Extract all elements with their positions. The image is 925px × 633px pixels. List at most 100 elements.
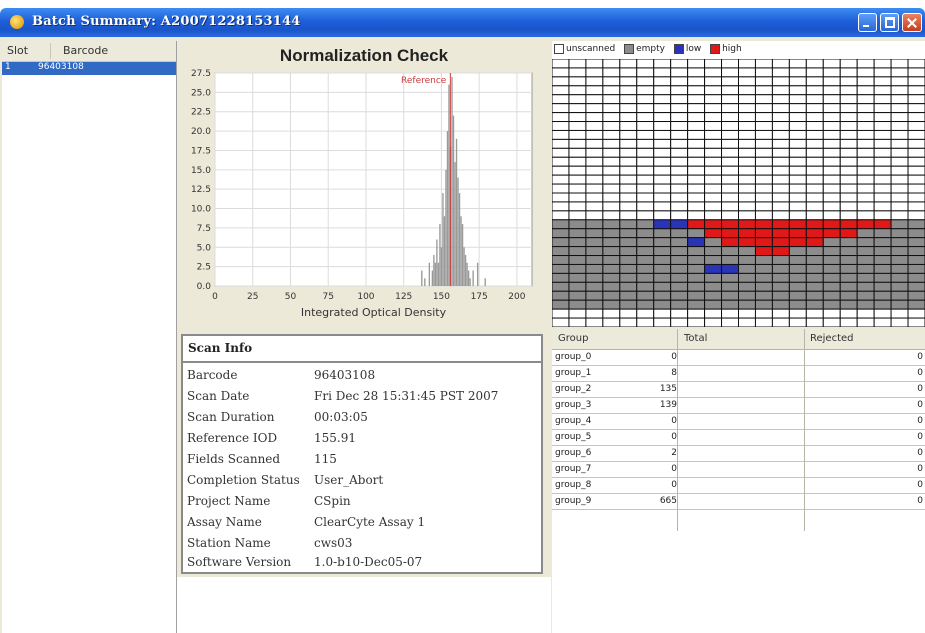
close-button[interactable] bbox=[902, 13, 922, 32]
table-row[interactable]: group_2 135 0 bbox=[552, 382, 925, 398]
plate-cell-empty bbox=[788, 281, 807, 292]
table-row[interactable]: group_3 139 0 bbox=[552, 398, 925, 414]
plate-cell-unscanned bbox=[585, 183, 604, 194]
column-header-barcode[interactable]: Barcode bbox=[63, 44, 108, 57]
plate-cell-empty bbox=[602, 281, 621, 292]
plate-cell-unscanned bbox=[822, 112, 841, 123]
plate-cell-empty bbox=[704, 246, 723, 257]
column-header-total[interactable]: Total bbox=[684, 333, 707, 344]
plate-cell-unscanned bbox=[788, 138, 807, 149]
plate-cell-unscanned bbox=[552, 317, 570, 327]
plate-cell-unscanned bbox=[670, 94, 689, 105]
plate-cell-empty bbox=[552, 263, 570, 274]
plate-cell-empty bbox=[653, 263, 672, 274]
plate-cell-unscanned bbox=[805, 210, 824, 221]
column-header-group[interactable]: Group bbox=[558, 333, 588, 344]
plate-cell-unscanned bbox=[839, 174, 858, 185]
plate-cell-high bbox=[754, 219, 773, 230]
plate-cell-empty bbox=[721, 281, 740, 292]
plate-cell-unscanned bbox=[805, 94, 824, 105]
plate-cell-unscanned bbox=[721, 112, 740, 123]
plate-cell-unscanned bbox=[788, 317, 807, 327]
plate-cell-empty bbox=[771, 272, 790, 283]
histogram-bar bbox=[446, 131, 449, 286]
plate-cell-unscanned bbox=[670, 165, 689, 176]
plate-cell-unscanned bbox=[636, 76, 655, 87]
column-header-slot[interactable]: Slot bbox=[7, 44, 28, 57]
table-row[interactable]: group_0 0 0 bbox=[552, 350, 925, 366]
plate-cell-unscanned bbox=[805, 76, 824, 87]
plate-cell-unscanned bbox=[568, 138, 587, 149]
plate-cell-empty bbox=[602, 228, 621, 239]
x-tick-label: 100 bbox=[357, 292, 374, 302]
table-row[interactable]: group_5 0 0 bbox=[552, 430, 925, 446]
plate-cell-unscanned bbox=[687, 129, 706, 140]
table-row[interactable]: group_4 0 0 bbox=[552, 414, 925, 430]
slot-list[interactable]: Slot Barcode 1 96403108 bbox=[2, 41, 177, 633]
plate-cell-unscanned bbox=[653, 138, 672, 149]
plate-cell-unscanned bbox=[721, 67, 740, 78]
plate-cell-unscanned bbox=[822, 129, 841, 140]
slot-number: 1 bbox=[5, 62, 11, 72]
plate-cell-unscanned bbox=[568, 85, 587, 96]
plate-cell-empty bbox=[670, 281, 689, 292]
table-row[interactable]: group_8 0 0 bbox=[552, 478, 925, 494]
plate-cell-empty bbox=[568, 246, 587, 257]
histogram-bar bbox=[436, 239, 438, 286]
plate-cell-unscanned bbox=[788, 165, 807, 176]
plate-cell-unscanned bbox=[704, 174, 723, 185]
histogram-bar bbox=[428, 262, 431, 286]
plate-cell-unscanned bbox=[670, 129, 689, 140]
maximize-button[interactable] bbox=[880, 13, 899, 32]
plate-cell-unscanned bbox=[721, 103, 740, 114]
y-tick-label: 27.5 bbox=[191, 69, 211, 79]
plate-cell-unscanned bbox=[704, 129, 723, 140]
plate-cell-unscanned bbox=[585, 147, 604, 158]
histogram-bar bbox=[443, 216, 446, 286]
table-row[interactable]: group_1 8 0 bbox=[552, 366, 925, 382]
histogram-bar bbox=[424, 278, 426, 286]
plate-cell-empty bbox=[636, 281, 655, 292]
plate-cell-unscanned bbox=[754, 112, 773, 123]
table-row[interactable]: group_6 2 0 bbox=[552, 446, 925, 462]
plate-cell-unscanned bbox=[619, 103, 638, 114]
plate-cell-unscanned bbox=[585, 317, 604, 327]
plate-cell-empty bbox=[907, 263, 925, 274]
slot-row-selected[interactable]: 1 96403108 bbox=[2, 62, 176, 75]
plate-cell-unscanned bbox=[805, 67, 824, 78]
plate-cell-empty bbox=[907, 228, 925, 239]
plate-cell-unscanned bbox=[788, 67, 807, 78]
plate-cell-unscanned bbox=[552, 183, 570, 194]
legend-label: low bbox=[685, 44, 702, 54]
plate-cell-unscanned bbox=[890, 67, 909, 78]
scan-key: Assay Name bbox=[187, 515, 262, 529]
plate-cell-unscanned bbox=[653, 165, 672, 176]
plate-cell-unscanned bbox=[771, 156, 790, 167]
plate-cell-empty bbox=[890, 255, 909, 265]
group-rejected: 0 bbox=[917, 384, 923, 394]
histogram-bar bbox=[445, 169, 447, 286]
plate-cell-unscanned bbox=[670, 317, 689, 327]
table-row[interactable]: group_7 0 0 bbox=[552, 462, 925, 478]
minimize-button[interactable] bbox=[858, 13, 877, 32]
plate-cell-empty bbox=[822, 299, 841, 310]
plate-grid[interactable] bbox=[552, 59, 925, 327]
column-divider[interactable] bbox=[50, 43, 51, 59]
title-bar[interactable]: Batch Summary: A20071228153144 bbox=[0, 8, 925, 37]
plate-cell-unscanned bbox=[839, 201, 858, 212]
plate-cell-unscanned bbox=[805, 85, 824, 96]
column-header-rejected[interactable]: Rejected bbox=[810, 333, 854, 344]
plate-cell-empty bbox=[585, 299, 604, 310]
table-row[interactable]: group_9 665 0 bbox=[552, 494, 925, 510]
plate-cell-unscanned bbox=[619, 147, 638, 158]
plate-cell-unscanned bbox=[856, 183, 875, 194]
plate-cell-empty bbox=[856, 281, 875, 292]
plate-cell-unscanned bbox=[788, 308, 807, 319]
plate-cell-high bbox=[754, 228, 773, 239]
plate-cell-empty bbox=[805, 255, 824, 265]
plate-cell-unscanned bbox=[822, 156, 841, 167]
group-total: 665 bbox=[659, 496, 677, 506]
x-tick-label: 175 bbox=[471, 292, 488, 302]
plate-cell-empty bbox=[670, 299, 689, 310]
plate-cell-unscanned bbox=[856, 174, 875, 185]
